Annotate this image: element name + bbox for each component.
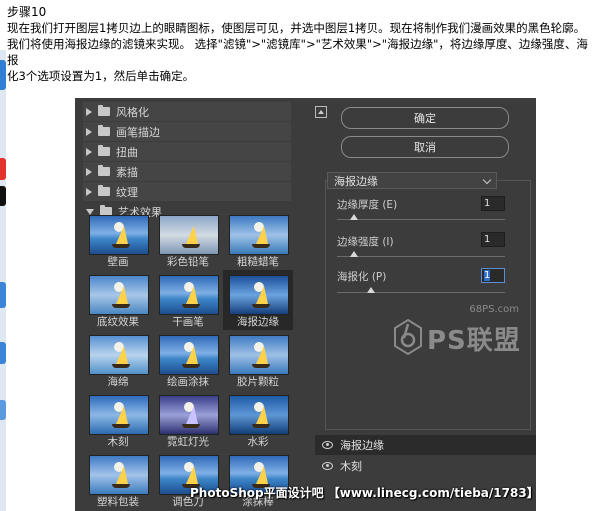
folder-icon: [98, 165, 110, 176]
watermark-site: 68PS.com: [469, 304, 519, 315]
ok-button[interactable]: 确定: [341, 107, 509, 129]
filter-colored-pencil[interactable]: 彩色铅笔: [153, 210, 223, 270]
folder-icon: [98, 125, 110, 136]
edge-intensity-slider-handle[interactable]: [349, 251, 358, 257]
filter-fresco[interactable]: 壁画: [83, 210, 153, 270]
filter-label: 海报边缘: [237, 316, 279, 328]
filter-gallery-dialog: 风格化 画笔描边 扭曲 素描 纹理 艺术效果 壁画 彩色铅笔 粗糙蜡笔 底纹效果…: [75, 98, 536, 511]
filter-label: 木刻: [107, 436, 129, 448]
edge-thickness-slider-track[interactable]: [337, 219, 505, 220]
folder-icon: [98, 185, 110, 196]
filter-label: 塑料包装: [97, 496, 139, 508]
param-label-posterization: 海报化 (P): [337, 271, 387, 283]
filter-smudge-stick[interactable]: 涂抹棒: [223, 450, 293, 510]
filter-cutout[interactable]: 木刻: [83, 390, 153, 450]
posterization-slider-track[interactable]: [337, 292, 505, 293]
filter-thumbnail: [229, 395, 289, 435]
folder-icon: [98, 145, 110, 156]
effect-layer-label: 木刻: [340, 460, 362, 473]
filter-select-dropdown[interactable]: 海报边缘: [327, 172, 497, 189]
filter-poster-edges[interactable]: 海报边缘: [223, 270, 293, 330]
filter-thumbnail: [229, 275, 289, 315]
posterization-slider-handle[interactable]: [366, 287, 375, 293]
article-line-1: 现在我们打开图层1拷贝边上的眼睛图标，使图层可见，并选中图层1拷贝。现在将制作我…: [7, 21, 586, 35]
eye-icon[interactable]: [322, 441, 333, 449]
watermark: 68PS.com PS联盟: [393, 304, 523, 364]
category-brush-strokes[interactable]: 画笔描边: [83, 122, 291, 141]
filter-thumbnail: [89, 395, 149, 435]
filter-thumbnail: [89, 335, 149, 375]
filter-palette-knife[interactable]: 调色刀: [153, 450, 223, 510]
step-heading: 步骤10: [7, 5, 47, 19]
filter-label: 霓虹灯光: [167, 436, 209, 448]
desktop-edge: [0, 50, 6, 511]
expand-arrow-icon: [86, 147, 92, 156]
expand-arrow-icon: [86, 127, 92, 136]
category-label: 素描: [116, 165, 138, 179]
filter-label: 绘画涂抹: [167, 376, 209, 388]
category-label: 纹理: [116, 185, 138, 199]
param-label-edge-thickness: 边缘厚度 (E): [337, 199, 398, 211]
filter-dry-brush[interactable]: 干画笔: [153, 270, 223, 330]
filter-thumbnail: [159, 215, 219, 255]
folder-icon: [98, 105, 110, 116]
category-stylize[interactable]: 风格化: [83, 102, 291, 121]
filter-thumbnail: [89, 215, 149, 255]
filter-select-value: 海报边缘: [334, 174, 378, 188]
posterization-field[interactable]: 1: [481, 268, 505, 283]
collapse-panel-icon[interactable]: [315, 106, 327, 118]
filter-category-tree: 风格化 画笔描边 扭曲 素描 纹理 艺术效果: [83, 102, 291, 222]
filter-paint-daubs[interactable]: 绘画涂抹: [153, 330, 223, 390]
forum-watermark-banner: PhotoShop平面设计吧 【www.linecg.com/tieba/178…: [190, 486, 539, 500]
cancel-button[interactable]: 取消: [341, 136, 509, 158]
watermark-text: PS联盟: [427, 326, 521, 356]
ps-logo-icon: [394, 318, 422, 356]
edge-intensity-field[interactable]: 1: [481, 232, 505, 247]
filter-label: 水彩: [247, 436, 269, 448]
article-text: 步骤10 现在我们打开图层1拷贝边上的眼睛图标，使图层可见，并选中图层1拷贝。现…: [7, 4, 599, 84]
category-label: 风格化: [116, 105, 149, 119]
filter-plastic-wrap[interactable]: 塑料包装: [83, 450, 153, 510]
filter-film-grain[interactable]: 胶片颗粒: [223, 330, 293, 390]
filter-label: 彩色铅笔: [167, 256, 209, 268]
filter-thumbnail: [89, 275, 149, 315]
filter-thumbnail: [89, 455, 149, 495]
filter-thumbnail: [159, 395, 219, 435]
article-line-3: 化3个选项设置为1，然后单击确定。: [7, 69, 195, 83]
effect-layer-label: 海报边缘: [340, 439, 384, 452]
filter-label: 壁画: [107, 256, 129, 268]
filter-sponge[interactable]: 海绵: [83, 330, 153, 390]
expand-arrow-icon: [86, 167, 92, 176]
filter-thumbnail: [229, 335, 289, 375]
filter-watercolor[interactable]: 水彩: [223, 390, 293, 450]
article-line-2: 我们将使用海报边缘的滤镜来实现。 选择"滤镜">"滤镜库">"艺术效果">"海报…: [7, 37, 588, 67]
expand-arrow-icon: [86, 107, 92, 116]
effect-layers-list: 海报边缘 木刻: [315, 435, 536, 477]
filter-underpainting[interactable]: 底纹效果: [83, 270, 153, 330]
filter-neon-glow[interactable]: 霓虹灯光: [153, 390, 223, 450]
filter-rough-pastels[interactable]: 粗糙蜡笔: [223, 210, 293, 270]
filter-thumbnail: [159, 335, 219, 375]
category-distort[interactable]: 扭曲: [83, 142, 291, 161]
filter-label: 底纹效果: [97, 316, 139, 328]
chevron-down-icon: [482, 175, 492, 185]
edge-thickness-slider-handle[interactable]: [349, 214, 358, 220]
param-label-edge-intensity: 边缘强度 (I): [337, 236, 394, 248]
filter-label: 干画笔: [172, 316, 204, 328]
filter-label: 海绵: [107, 376, 129, 388]
effect-layer-item[interactable]: 海报边缘: [315, 435, 536, 455]
category-sketch[interactable]: 素描: [83, 162, 291, 181]
edge-thickness-field[interactable]: 1: [481, 196, 505, 211]
category-label: 扭曲: [116, 145, 138, 159]
filter-label: 胶片颗粒: [237, 376, 279, 388]
edge-intensity-slider-track[interactable]: [337, 256, 505, 257]
effect-layer-item[interactable]: 木刻: [315, 456, 536, 476]
filter-thumbnail: [159, 275, 219, 315]
filter-thumbnail: [229, 215, 289, 255]
eye-icon[interactable]: [322, 462, 333, 470]
filter-label: 粗糙蜡笔: [237, 256, 279, 268]
category-texture[interactable]: 纹理: [83, 182, 291, 201]
category-label: 画笔描边: [116, 125, 160, 139]
expand-arrow-icon: [86, 187, 92, 196]
